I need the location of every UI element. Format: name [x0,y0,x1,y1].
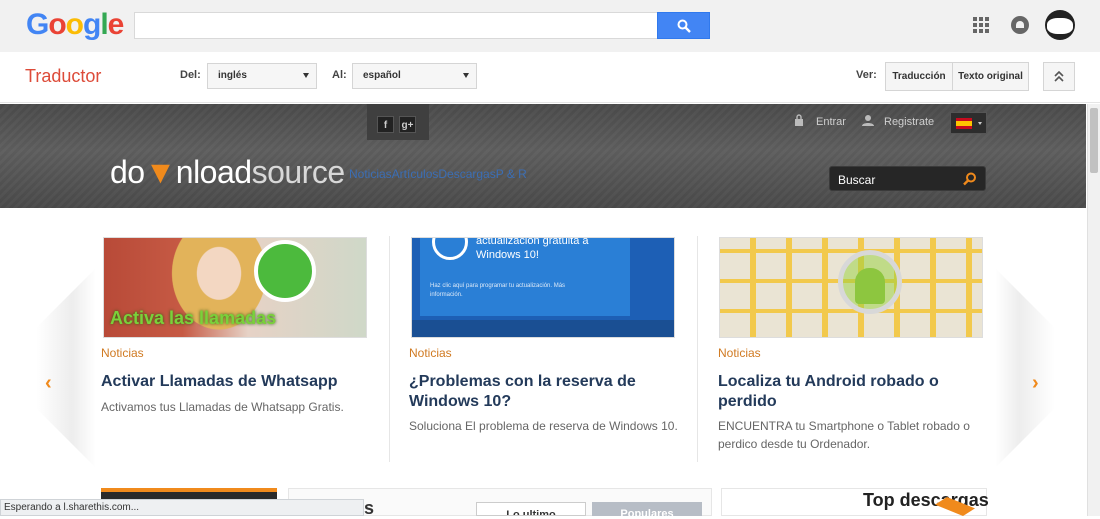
logo-arrow-icon: ▼ [144,154,177,190]
article-image-caption: Activa las llamadas [110,308,277,328]
notifications-bell-icon[interactable] [1011,16,1029,34]
translator-bar: Traductor Del: inglés Al: español Ver: T… [0,52,1100,103]
article-image-whatsapp[interactable]: Activa las llamadas [103,237,367,338]
translator-title[interactable]: Traductor [25,66,101,87]
taskbar [412,320,674,337]
popup-heading: actualización gratuita a Windows 10! [476,237,589,261]
search-icon[interactable] [963,172,977,186]
site-search-input[interactable]: Buscar [829,166,986,191]
google-plus-icon[interactable]: g+ [399,116,416,133]
view-translation-button[interactable]: Traducción [885,62,953,91]
tab-popular[interactable]: Populares [592,502,702,516]
to-language-select[interactable]: español [352,63,477,89]
account-avatar[interactable] [1045,10,1075,40]
dropdown-arrow-icon [463,73,469,78]
carousel-prev-arrow-icon[interactable]: ‹ [45,372,52,395]
login-link[interactable]: Entrar [816,116,846,128]
user-icon [862,115,874,126]
article-title[interactable]: ¿Problemas con la reserva de Windows 10? [409,372,679,412]
article-description: ENCUENTRA tu Smartphone o Tablet robado … [718,419,970,451]
card-divider [697,236,698,462]
language-flag-select[interactable] [950,112,987,134]
register-link[interactable]: Registrate [884,116,934,128]
collapse-button[interactable] [1043,62,1075,91]
to-language-value: español [363,70,401,81]
carousel-next-arrow-icon[interactable]: › [1032,372,1039,395]
article-title[interactable]: Activar Llamadas de Whatsapp [101,372,371,392]
site-logo[interactable]: do▼nloadsource [110,154,345,191]
site-search-placeholder: Buscar [838,173,876,187]
article-description: Soluciona El problema de reserva de Wind… [409,419,678,433]
article-image-android-map[interactable] [719,237,983,338]
logo-part: source [251,154,346,190]
google-logo-letter: e [107,8,125,41]
from-language-select[interactable]: inglés [207,63,317,89]
lock-icon [795,114,803,126]
article-category[interactable]: Noticias [718,346,761,360]
card-divider [389,236,390,462]
double-chevron-up-icon [1054,71,1064,82]
whatsapp-logo-icon [254,240,316,302]
google-logo-letter: g [83,8,101,41]
carousel-shade-left [36,268,96,468]
logo-part: nload [175,154,252,190]
article-image-windows10[interactable]: actualización gratuita a Windows 10! Haz… [411,237,675,338]
browser-status-bar: Esperando a l.sharethis.com... [0,499,364,516]
from-language-value: inglés [218,70,247,81]
view-original-button[interactable]: Texto original [952,62,1029,91]
google-logo-letter: l [100,8,108,41]
apps-grid-icon[interactable] [973,17,989,33]
article-description: Activamos tus Llamadas de Whatsapp Grati… [101,400,344,414]
to-language-label: Al: [332,69,347,81]
article-category[interactable]: Noticias [409,346,452,360]
search-icon [677,19,691,33]
google-search-input[interactable] [134,12,658,39]
google-logo-letter: G [26,8,49,41]
google-search-button[interactable] [657,12,710,39]
scrollbar-thumb[interactable] [1090,108,1098,173]
article-title[interactable]: Localiza tu Android robado o perdido [718,372,988,412]
google-logo-letter: o [48,8,66,41]
logo-part: do [110,154,145,190]
google-logo[interactable]: Google [26,8,125,42]
social-links: f g+ [367,104,429,140]
android-robot-icon [855,268,885,304]
site-nav[interactable]: NoticiasArtículosDescargasP & R [349,167,527,181]
popup-body: Haz clic aquí para programar tu actualiz… [430,283,566,298]
from-language-label: Del: [180,69,201,81]
article-category[interactable]: Noticias [101,346,144,360]
spain-flag-icon [956,118,972,129]
view-label: Ver: [856,69,877,81]
scrollbar[interactable] [1087,104,1100,516]
dropdown-arrow-icon [303,73,309,78]
dropdown-arrow-icon [978,122,982,125]
facebook-icon[interactable]: f [377,116,394,133]
tab-latest[interactable]: Lo ultimo [476,502,586,516]
google-bar: Google [0,0,1100,52]
google-logo-letter: o [65,8,84,41]
carousel-shade-right [995,268,1055,468]
